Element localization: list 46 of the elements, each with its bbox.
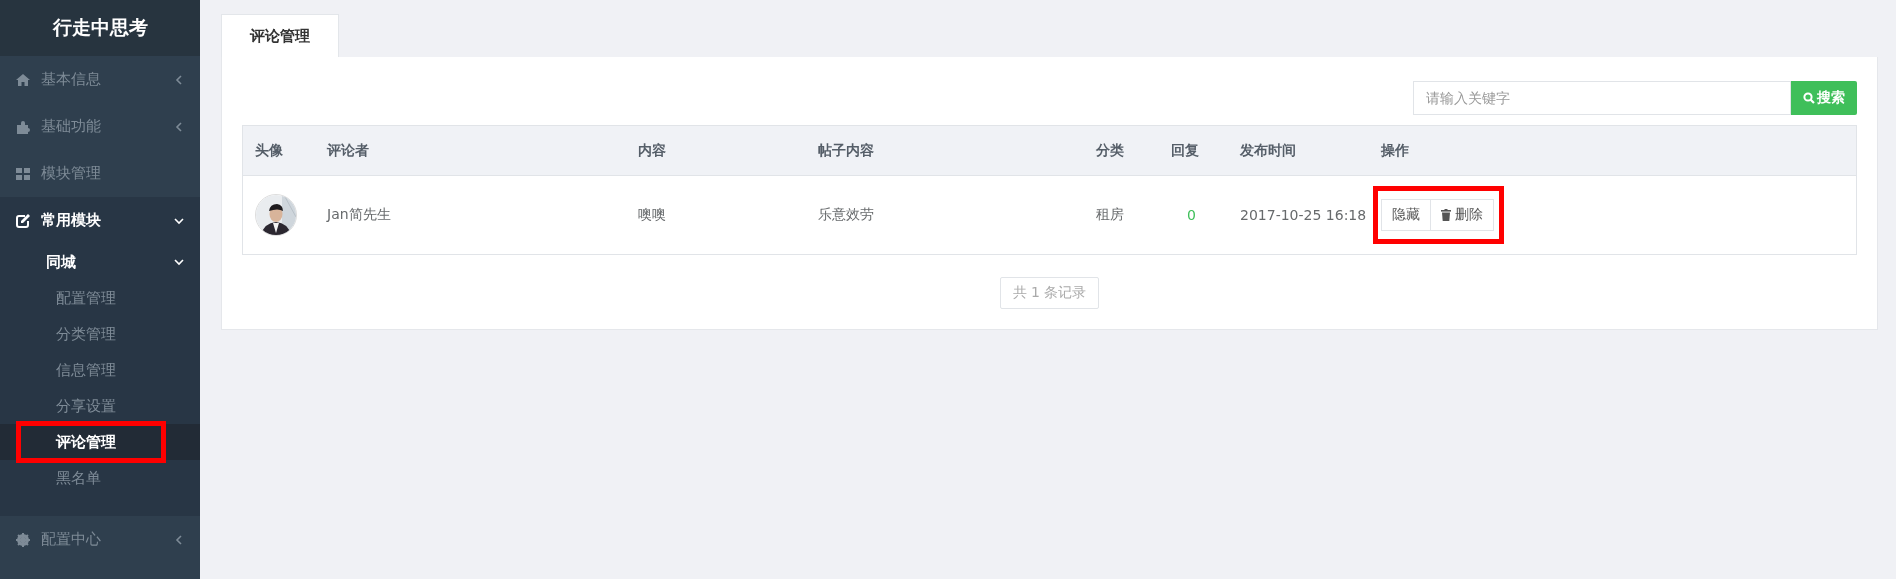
- menu-item[interactable]: 模块管理: [0, 150, 200, 197]
- column-header: 评论者: [325, 140, 370, 160]
- tab[interactable]: 评论管理: [221, 14, 339, 57]
- submenu-label: 同城: [46, 252, 77, 272]
- column-header: 操作: [1380, 140, 1410, 160]
- edit-icon: [16, 213, 30, 228]
- table-cell-text: 噢噢: [637, 205, 667, 224]
- submenu-item[interactable]: 同城: [0, 244, 200, 280]
- table-cell-text: Jan简先生: [325, 205, 392, 224]
- search-icon: [1803, 92, 1815, 104]
- menu-label: 配置中心: [41, 530, 102, 549]
- table-cell-text: 0: [1186, 206, 1197, 225]
- table-cell-text: 2017-10-25 16:18: [1239, 206, 1368, 225]
- menu-label: 常用模块: [41, 211, 102, 230]
- column-header: 回复: [1170, 140, 1200, 160]
- menu-label: 基本信息: [41, 70, 102, 89]
- menu-item[interactable]: 基础功能: [0, 103, 200, 150]
- menu-link[interactable]: 分享设置: [0, 388, 200, 424]
- puzzle-icon: [16, 119, 30, 134]
- column-header: 内容: [637, 140, 667, 160]
- home-icon: [16, 72, 30, 87]
- delete-button[interactable]: 删除: [1431, 199, 1494, 231]
- menu-link[interactable]: 配置管理: [0, 280, 200, 316]
- menu-label: 基础功能: [41, 117, 102, 136]
- menu-item[interactable]: 基本信息: [0, 56, 200, 103]
- record-count: 共 1 条记录: [999, 277, 1100, 309]
- column-header: 帖子内容: [817, 140, 875, 160]
- trash-icon: [1441, 209, 1451, 221]
- search-button[interactable]: 搜索: [1791, 81, 1857, 115]
- menu-link[interactable]: 分类管理: [0, 316, 200, 352]
- app-title: 行走中思考: [0, 0, 200, 56]
- gear-icon: [16, 532, 30, 547]
- grid-icon: [16, 166, 30, 181]
- hide-button[interactable]: 隐藏: [1381, 199, 1431, 231]
- menu-item[interactable]: 常用模块: [0, 197, 200, 244]
- menu-link[interactable]: 信息管理: [0, 352, 200, 388]
- search-field[interactable]: 请输入关键字: [1413, 81, 1791, 115]
- menu-label: 模块管理: [41, 164, 102, 183]
- table-cell-text: 乐意效劳: [817, 205, 875, 224]
- table-cell-text: 租房: [1095, 205, 1125, 224]
- column-header: 发布时间: [1239, 140, 1297, 160]
- menu-link[interactable]: 评论管理: [0, 424, 200, 460]
- menu-item[interactable]: 配置中心: [0, 516, 200, 563]
- column-header: 头像: [254, 140, 284, 160]
- column-header: 分类: [1095, 140, 1125, 160]
- menu-link[interactable]: 黑名单: [0, 460, 200, 496]
